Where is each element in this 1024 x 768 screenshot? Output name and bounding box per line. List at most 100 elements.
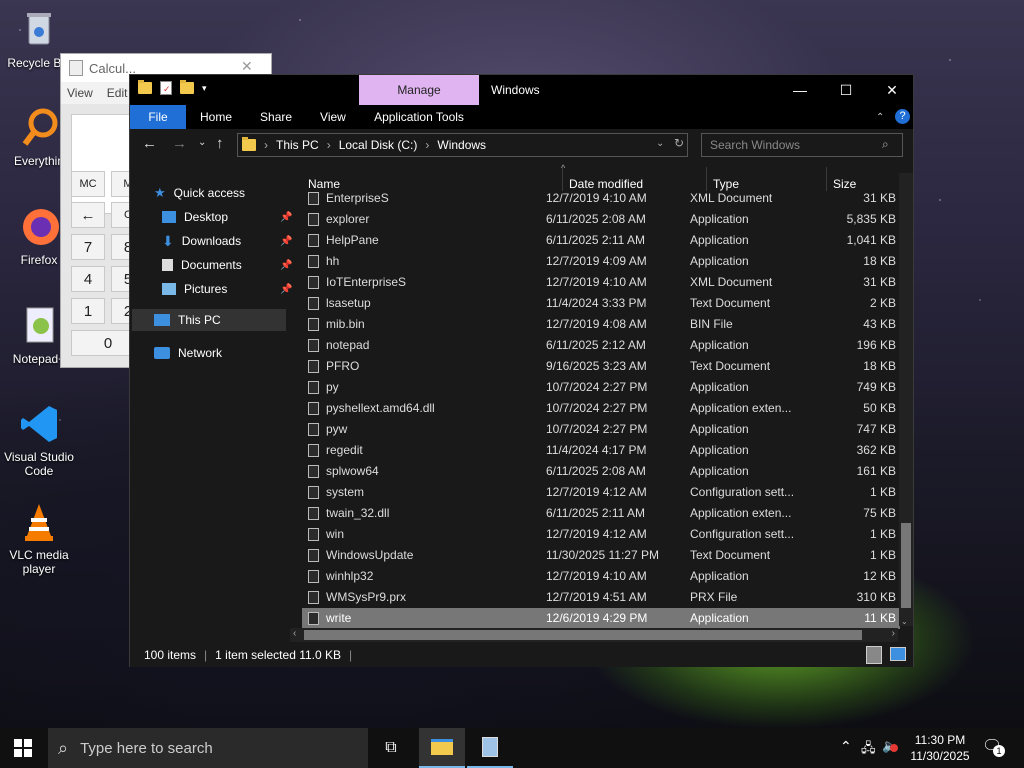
backspace-button[interactable]: ← (71, 202, 105, 228)
close-icon[interactable]: ✕ (241, 58, 253, 75)
calculator-menu-view[interactable]: View (67, 86, 93, 100)
tab-share[interactable]: Share (246, 105, 306, 129)
taskbar-search-input[interactable]: ⌕ Type here to search (48, 728, 368, 768)
system-clock[interactable]: 11:30 PM 11/30/2025 (902, 732, 978, 764)
file-row[interactable]: EnterpriseS 12/7/2019 4:10 AM XML Document… (302, 188, 900, 209)
file-row[interactable]: system 12/7/2019 4:12 AM Configuration set… (302, 482, 900, 503)
digit-1-button[interactable]: 1 (71, 298, 105, 324)
file-row[interactable]: write 12/6/2019 4:29 PM Application 11 KB (302, 608, 900, 629)
manage-tab[interactable]: Manage (359, 75, 479, 105)
file-name: hh (326, 254, 340, 268)
file-size: 5,835 KB (846, 212, 896, 226)
file-row[interactable]: twain_32.dll 6/11/2025 2:11 AM Application… (302, 503, 900, 524)
tab-application-tools[interactable]: Application Tools (359, 105, 479, 129)
close-button[interactable]: ✕ (869, 75, 915, 105)
horizontal-scroll-thumb[interactable] (304, 630, 862, 640)
nav-item-downloads[interactable]: ⬇ Downloads 📌 (162, 230, 292, 252)
mc-button[interactable]: MC (71, 171, 105, 197)
action-center-button[interactable]: 🗨 1 (982, 736, 1006, 760)
file-row[interactable]: PFRO 9/16/2025 3:23 AM Text Document 18 KB (302, 356, 900, 377)
maximize-button[interactable]: ☐ (823, 75, 869, 105)
file-row[interactable]: winhlp32 12/7/2019 4:10 AM Application 12 K… (302, 566, 900, 587)
explorer-titlebar[interactable]: ✓ ▾ Manage Windows — ☐ ✕ (130, 75, 913, 105)
start-button[interactable] (0, 728, 46, 768)
desktop-icon-vlc[interactable]: VLC media player (4, 500, 74, 576)
file-name: explorer (326, 212, 370, 226)
file-row[interactable]: explorer 6/11/2025 2:08 AM Application 5,83… (302, 209, 900, 230)
breadcrumb-local-disk[interactable]: Local Disk (C:) (339, 138, 418, 152)
forward-arrow-icon[interactable]: → (172, 135, 187, 152)
file-type: Application (690, 338, 749, 352)
scroll-left-icon[interactable]: ‹ (293, 628, 296, 639)
show-hidden-icons-icon[interactable]: ⌃ (840, 738, 852, 755)
file-row[interactable]: win 12/7/2019 4:12 AM Configuration sett..… (302, 524, 900, 545)
scroll-right-icon[interactable]: › (892, 628, 895, 639)
breadcrumb-windows[interactable]: Windows (437, 138, 486, 152)
file-type: Configuration sett... (690, 485, 795, 499)
file-row[interactable]: pyshellext.amd64.dll 10/7/2024 2:27 PM App… (302, 398, 900, 419)
tab-view[interactable]: View (306, 105, 360, 129)
volume-muted-icon[interactable]: 🔈 (882, 738, 898, 754)
desktop-icon-vscode[interactable]: Visual Studio Code (4, 402, 74, 478)
nav-item-this-pc[interactable]: This PC (132, 309, 286, 331)
file-row[interactable]: notepad 6/11/2025 2:12 AM Application 196 K… (302, 335, 900, 356)
vertical-scroll-thumb[interactable] (901, 523, 911, 608)
file-row[interactable]: hh 12/7/2019 4:09 AM Application 18 KB (302, 251, 900, 272)
file-row[interactable]: splwow64 6/11/2025 2:08 AM Application 161 … (302, 461, 900, 482)
calculator-menu-edit[interactable]: Edit (107, 86, 128, 100)
network-status-icon[interactable]: 🖧 (861, 739, 876, 761)
breadcrumb-separator-icon: › (425, 138, 430, 152)
file-row[interactable]: IoTEnterpriseS 12/7/2019 4:10 AM XML Docum… (302, 272, 900, 293)
quick-access-toolbar: ✓ ▾ (138, 80, 207, 95)
file-icon (308, 570, 319, 583)
back-arrow-icon[interactable]: ← (142, 135, 157, 152)
file-name: pyshellext.amd64.dll (326, 401, 435, 415)
taskbar-file-explorer[interactable] (419, 728, 465, 768)
refresh-icon[interactable]: ↻ (674, 136, 684, 150)
file-row[interactable]: py 10/7/2024 2:27 PM Application 749 KB (302, 377, 900, 398)
file-size: 1 KB (869, 548, 896, 562)
qat-dropdown-icon[interactable]: ▾ (202, 83, 207, 94)
nav-item-documents[interactable]: Documents 📌 (162, 254, 292, 276)
file-row[interactable]: WMSysPr9.prx 12/7/2019 4:51 AM PRX File 310… (302, 587, 900, 608)
tab-file[interactable]: File (130, 105, 186, 129)
properties-icon[interactable]: ✓ (160, 81, 172, 95)
minimize-button[interactable]: — (777, 75, 823, 105)
ribbon-expand-icon[interactable]: ⌃ (876, 112, 884, 123)
file-explorer-window[interactable]: ✓ ▾ Manage Windows — ☐ ✕ File Home Share… (129, 74, 914, 667)
file-type: Application (690, 443, 749, 457)
file-date: 11/4/2024 4:17 PM (546, 443, 647, 457)
digit-7-button[interactable]: 7 (71, 234, 105, 260)
address-dropdown-icon[interactable]: ⌄ (656, 138, 664, 149)
nav-item-pictures[interactable]: Pictures 📌 (162, 278, 292, 300)
file-row[interactable]: pyw 10/7/2024 2:27 PM Application 747 KB (302, 419, 900, 440)
vertical-scrollbar[interactable]: ⌄ (899, 173, 913, 626)
nav-item-desktop[interactable]: Desktop 📌 (162, 206, 292, 228)
large-icons-view-icon[interactable] (890, 647, 906, 661)
help-icon[interactable]: ? (895, 109, 910, 124)
details-view-icon[interactable] (866, 646, 882, 664)
horizontal-scrollbar[interactable]: ‹ › (290, 628, 898, 642)
search-input[interactable]: Search Windows ⌕ (701, 133, 903, 157)
file-date: 11/30/2025 11:27 PM (546, 548, 659, 562)
up-arrow-icon[interactable]: ↑ (216, 135, 224, 152)
breadcrumb-this-pc[interactable]: This PC (276, 138, 319, 152)
file-row[interactable]: regedit 11/4/2024 4:17 PM Application 362 K… (302, 440, 900, 461)
nav-item-quick-access[interactable]: ★ Quick access (154, 182, 245, 204)
file-row[interactable]: lsasetup 11/4/2024 3:33 PM Text Document 2 … (302, 293, 900, 314)
scroll-down-icon[interactable]: ⌄ (901, 617, 908, 626)
recent-locations-icon[interactable]: ⌄ (198, 137, 206, 148)
file-row[interactable]: mib.bin 12/7/2019 4:08 AM BIN File 43 KB (302, 314, 900, 335)
address-bar[interactable]: › This PC › Local Disk (C:) › Windows ⌄ … (237, 133, 688, 157)
calculator-icon (482, 737, 498, 757)
file-row[interactable]: HelpPane 6/11/2025 2:11 AM Application 1,04… (302, 230, 900, 251)
task-view-button[interactable]: ⧉ (368, 728, 414, 768)
digit-4-button[interactable]: 4 (71, 266, 105, 292)
file-row[interactable]: WindowsUpdate 11/30/2025 11:27 PM Text Doc… (302, 545, 900, 566)
file-size: 50 KB (863, 401, 896, 415)
file-icon (308, 234, 319, 247)
nav-item-network[interactable]: Network (154, 342, 222, 364)
taskbar-calculator[interactable] (467, 728, 513, 768)
tab-home[interactable]: Home (186, 105, 246, 129)
new-folder-icon[interactable] (180, 80, 194, 94)
